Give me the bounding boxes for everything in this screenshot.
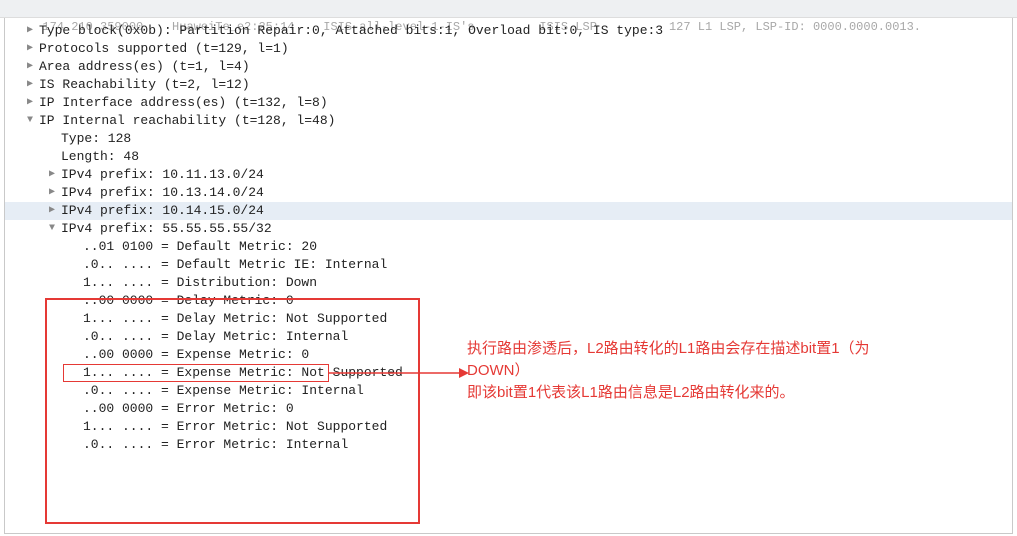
- tree-label: .0.. .... = Expense Metric: Internal: [83, 382, 364, 400]
- annotation-text: 执行路由渗透后，L2路由转化的L1路由会存在描述bit置1（为DOWN） 即该b…: [467, 338, 897, 404]
- tree-spacer: [67, 330, 81, 344]
- expand-icon[interactable]: ▶: [45, 168, 59, 182]
- tree-label: IP Interface address(es) (t=132, l=8): [39, 94, 328, 112]
- tree-spacer: [67, 312, 81, 326]
- collapse-icon[interactable]: ▼: [45, 222, 59, 236]
- tree-row[interactable]: Type: 128: [5, 130, 1012, 148]
- tree-row[interactable]: ▼IP Internal reachability (t=128, l=48): [5, 112, 1012, 130]
- annotation-line2: 即该bit置1代表该L1路由信息是L2路由转化来的。: [467, 382, 897, 404]
- expand-icon[interactable]: ▶: [45, 186, 59, 200]
- tree-spacer: [45, 132, 59, 146]
- tree-label: IPv4 prefix: 10.11.13.0/24: [61, 166, 264, 184]
- tree-spacer: [67, 294, 81, 308]
- tree-row[interactable]: ▶IP Interface address(es) (t=132, l=8): [5, 94, 1012, 112]
- tree-label: 1... .... = Error Metric: Not Supported: [83, 418, 387, 436]
- tree-spacer: [45, 150, 59, 164]
- packet-details-panel: ▶Type block(0x0b): Partition Repair:0, A…: [4, 18, 1013, 534]
- tree-row[interactable]: .0.. .... = Default Metric IE: Internal: [5, 256, 1012, 274]
- tree-label: Type: 128: [61, 130, 131, 148]
- tree-label: Type block(0x0b): Partition Repair:0, At…: [39, 22, 663, 40]
- tree-row[interactable]: 1... .... = Error Metric: Not Supported: [5, 418, 1012, 436]
- tree-label: IPv4 prefix: 10.14.15.0/24: [61, 202, 264, 220]
- tree-row[interactable]: ▶IPv4 prefix: 10.14.15.0/24: [5, 202, 1012, 220]
- tree-label: .0.. .... = Default Metric IE: Internal: [83, 256, 387, 274]
- tree-label: Area address(es) (t=1, l=4): [39, 58, 250, 76]
- tree-spacer: [67, 366, 81, 380]
- tree-row[interactable]: .0.. .... = Error Metric: Internal: [5, 436, 1012, 454]
- tree-spacer: [67, 240, 81, 254]
- tree-row[interactable]: ..00 0000 = Delay Metric: 0: [5, 292, 1012, 310]
- tree-spacer: [67, 402, 81, 416]
- expand-icon[interactable]: ▶: [23, 60, 37, 74]
- tree-label: ..00 0000 = Error Metric: 0: [83, 400, 294, 418]
- tree-label: IPv4 prefix: 55.55.55.55/32: [61, 220, 272, 238]
- tree-spacer: [67, 258, 81, 272]
- tree-row[interactable]: ..01 0100 = Default Metric: 20: [5, 238, 1012, 256]
- tree-label: Length: 48: [61, 148, 139, 166]
- tree-label: ..00 0000 = Expense Metric: 0: [83, 346, 309, 364]
- tree-label: ..00 0000 = Delay Metric: 0: [83, 292, 294, 310]
- tree-spacer: [67, 420, 81, 434]
- tree-row[interactable]: ▶Protocols supported (t=129, l=1): [5, 40, 1012, 58]
- tree-label: .0.. .... = Delay Metric: Internal: [83, 328, 348, 346]
- tree-label: Protocols supported (t=129, l=1): [39, 40, 289, 58]
- tree-label: IP Internal reachability (t=128, l=48): [39, 112, 335, 130]
- tree-row[interactable]: ▶IS Reachability (t=2, l=12): [5, 76, 1012, 94]
- collapse-icon[interactable]: ▼: [23, 114, 37, 128]
- tree-label: .0.. .... = Error Metric: Internal: [83, 436, 348, 454]
- tree-label: ..01 0100 = Default Metric: 20: [83, 238, 317, 256]
- expand-icon[interactable]: ▶: [23, 42, 37, 56]
- tree-row[interactable]: 1... .... = Distribution: Down: [5, 274, 1012, 292]
- tree-row[interactable]: ▶IPv4 prefix: 10.13.14.0/24: [5, 184, 1012, 202]
- tree-label: 1... .... = Expense Metric: Not Supporte…: [83, 364, 403, 382]
- tree-label: 1... .... = Distribution: Down: [83, 274, 317, 292]
- packet-header-row: 174 210.359000 HuaweiTe_e2:25:14 ISIS-al…: [0, 0, 1017, 18]
- tree-spacer: [67, 384, 81, 398]
- tree-spacer: [67, 348, 81, 362]
- expand-icon[interactable]: ▶: [23, 24, 37, 38]
- tree-spacer: [67, 438, 81, 452]
- tree-row[interactable]: ▶Type block(0x0b): Partition Repair:0, A…: [5, 22, 1012, 40]
- tree-spacer: [67, 276, 81, 290]
- expand-icon[interactable]: ▶: [45, 204, 59, 218]
- expand-icon[interactable]: ▶: [23, 78, 37, 92]
- tree-label: 1... .... = Delay Metric: Not Supported: [83, 310, 387, 328]
- annotation-line1: 执行路由渗透后，L2路由转化的L1路由会存在描述bit置1（为DOWN）: [467, 338, 897, 382]
- tree-row[interactable]: ▶Area address(es) (t=1, l=4): [5, 58, 1012, 76]
- tree-label: IS Reachability (t=2, l=12): [39, 76, 250, 94]
- tree-row[interactable]: Length: 48: [5, 148, 1012, 166]
- tree-row[interactable]: 1... .... = Delay Metric: Not Supported: [5, 310, 1012, 328]
- tree-row[interactable]: ▶IPv4 prefix: 10.11.13.0/24: [5, 166, 1012, 184]
- tree-row[interactable]: ▼IPv4 prefix: 55.55.55.55/32: [5, 220, 1012, 238]
- expand-icon[interactable]: ▶: [23, 96, 37, 110]
- tree-label: IPv4 prefix: 10.13.14.0/24: [61, 184, 264, 202]
